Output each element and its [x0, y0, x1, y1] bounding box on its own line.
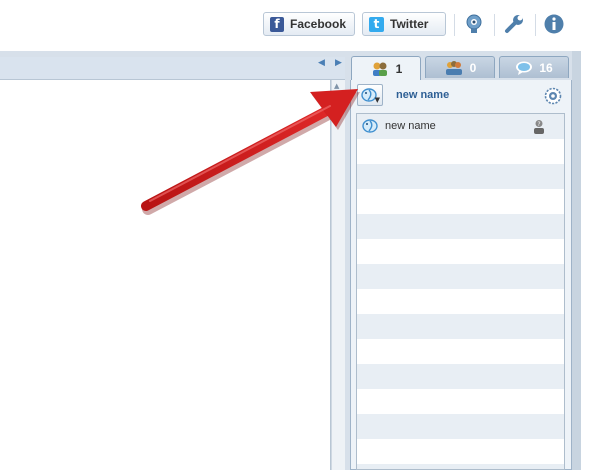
user-name: new name — [385, 120, 436, 132]
current-user-name[interactable]: new name — [396, 89, 449, 101]
scroll-up-icon[interactable]: ▲ — [334, 82, 339, 90]
window-scrollbar[interactable] — [572, 51, 581, 470]
chat-header-bar — [0, 57, 345, 80]
list-item — [357, 439, 564, 464]
chevron-left-icon[interactable]: ◀ — [318, 58, 325, 68]
webcam-icon[interactable] — [463, 13, 485, 35]
chevron-right-icon[interactable]: ▶ — [335, 58, 342, 68]
tab-users-count: 1 — [395, 61, 403, 76]
toolbar-divider — [494, 14, 495, 36]
list-item — [357, 464, 564, 469]
chat-messages-area — [0, 80, 331, 470]
list-item — [357, 239, 564, 264]
twitter-label: Twitter — [390, 17, 429, 31]
speech-bubble-icon — [516, 61, 533, 75]
facebook-icon: f — [270, 16, 284, 32]
list-item — [357, 364, 564, 389]
facebook-button[interactable]: f Facebook — [263, 12, 355, 36]
tab-users[interactable]: 1 — [351, 56, 421, 80]
info-icon[interactable] — [543, 13, 565, 35]
group-icon — [445, 60, 462, 75]
svg-text:?: ? — [537, 121, 540, 128]
twitter-icon: t — [369, 16, 384, 32]
status-button[interactable]: ▼ — [357, 84, 383, 106]
list-item — [357, 389, 564, 414]
list-item — [357, 314, 564, 339]
twitter-button[interactable]: t Twitter — [362, 12, 446, 36]
list-item[interactable]: new name ? — [357, 114, 564, 139]
unknown-user-icon: ? — [534, 120, 544, 134]
wrench-icon[interactable] — [503, 13, 525, 35]
user-list: new name ? — [356, 113, 565, 470]
list-item — [357, 214, 564, 239]
tab-messages-count: 16 — [539, 60, 553, 75]
tab-groups[interactable]: 0 — [425, 56, 495, 78]
list-item — [357, 339, 564, 364]
tab-groups-count: 0 — [469, 60, 477, 75]
chevron-down-icon: ▼ — [374, 96, 380, 104]
settings-icon[interactable] — [544, 87, 562, 105]
list-item — [357, 289, 564, 314]
list-item — [357, 189, 564, 214]
toolbar-divider — [535, 14, 536, 36]
chat-scrollbar[interactable]: ▲ — [331, 80, 345, 470]
list-item — [357, 414, 564, 439]
toolbar-divider — [454, 14, 455, 36]
tab-messages[interactable]: 16 — [499, 56, 569, 78]
users-icon — [372, 62, 387, 76]
list-item — [357, 139, 564, 164]
list-item — [357, 264, 564, 289]
bird-icon — [362, 119, 378, 133]
list-item — [357, 164, 564, 189]
facebook-label: Facebook — [289, 17, 346, 31]
